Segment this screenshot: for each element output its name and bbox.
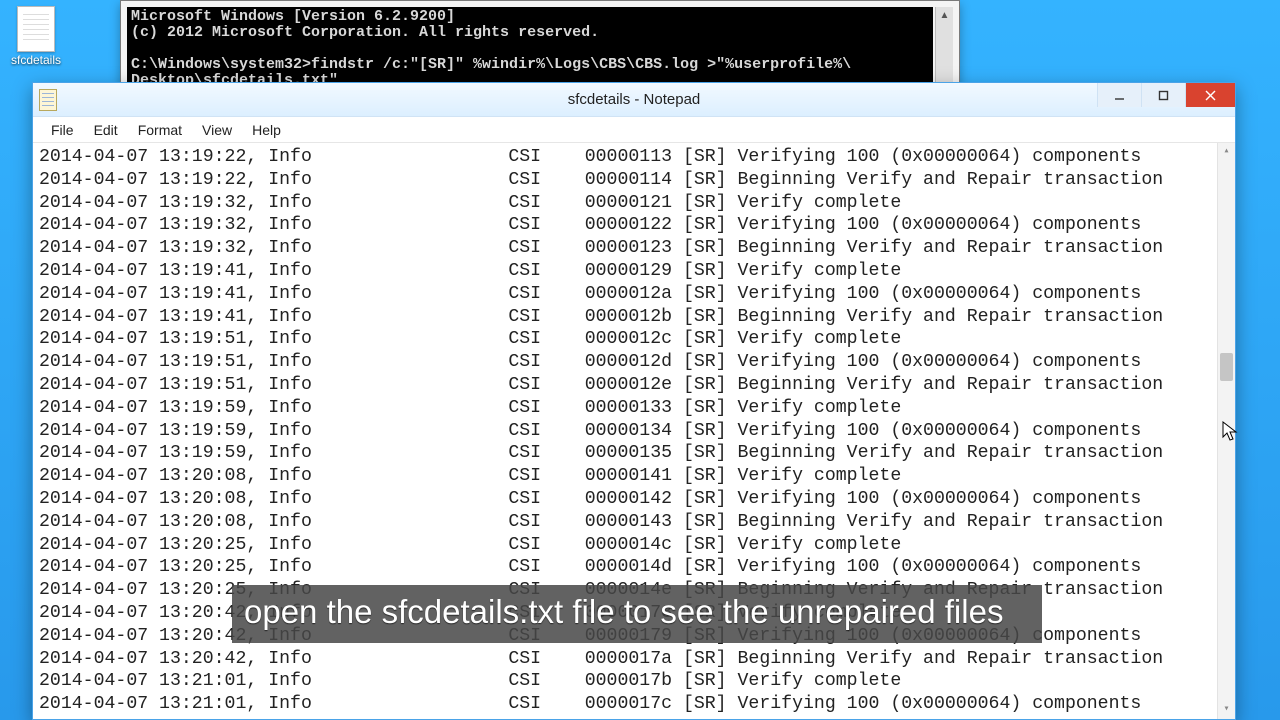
menu-file[interactable]: File (41, 119, 84, 141)
close-button[interactable] (1185, 83, 1235, 107)
menu-help[interactable]: Help (242, 119, 291, 141)
desktop-file-icon[interactable]: sfcdetails (4, 6, 68, 67)
notepad-scrollbar[interactable]: ▴ ▾ (1217, 143, 1235, 719)
menu-format[interactable]: Format (128, 119, 192, 141)
scroll-down-icon[interactable]: ▾ (1218, 701, 1235, 719)
maximize-button[interactable] (1141, 83, 1185, 107)
minimize-button[interactable] (1097, 83, 1141, 107)
desktop-file-label: sfcdetails (4, 53, 68, 67)
menubar: File Edit Format View Help (33, 117, 1235, 143)
notepad-icon (39, 89, 57, 111)
text-file-icon (17, 6, 55, 52)
scroll-thumb[interactable] (1220, 353, 1233, 381)
titlebar[interactable]: sfcdetails - Notepad (33, 83, 1235, 117)
menu-view[interactable]: View (192, 119, 242, 141)
menu-edit[interactable]: Edit (84, 119, 128, 141)
caption-overlay: open the sfcdetails.txt file to see the … (232, 585, 1042, 643)
window-title: sfcdetails - Notepad (33, 91, 1235, 108)
scroll-up-icon[interactable]: ▲ (936, 7, 953, 23)
scroll-up-icon[interactable]: ▴ (1218, 143, 1235, 161)
